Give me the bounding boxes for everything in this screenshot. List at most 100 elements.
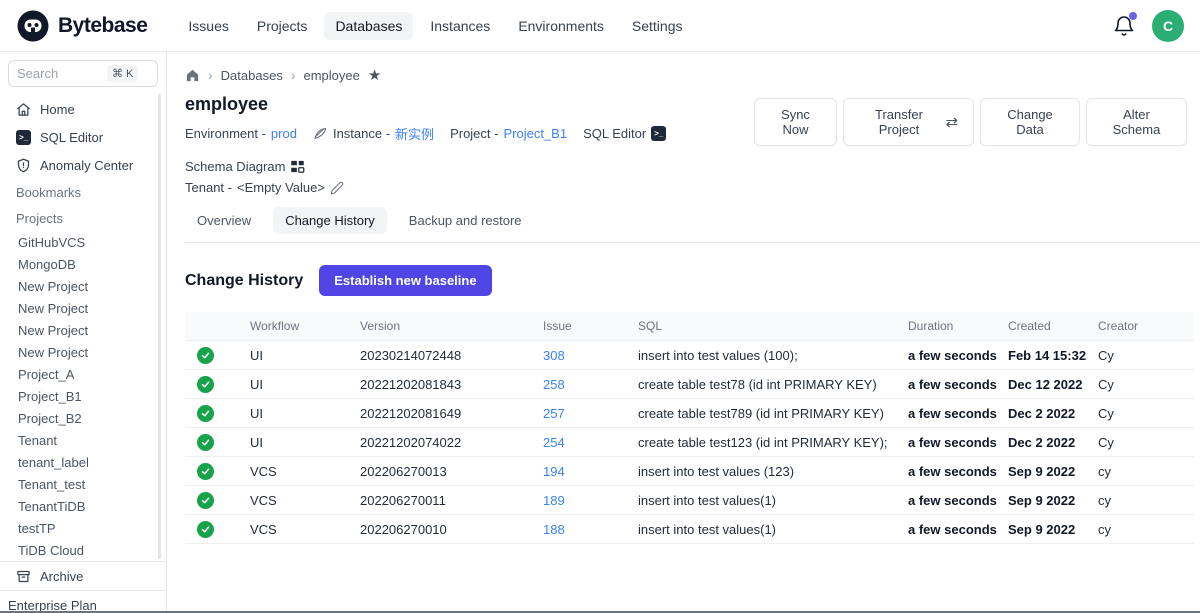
tab[interactable]: Backup and restore — [397, 207, 534, 234]
cell-version: 202206270010 — [352, 515, 535, 544]
sidebar-project-item[interactable]: testTP — [0, 517, 166, 539]
top-nav-link[interactable]: Projects — [246, 12, 319, 40]
sidebar-project-item[interactable]: TiDB Cloud — [0, 539, 166, 561]
alter-schema-button[interactable]: Alter Schema — [1086, 98, 1187, 146]
cell-created: Sep 9 2022 — [1000, 457, 1090, 486]
issue-link[interactable]: 194 — [543, 464, 565, 479]
table-row[interactable]: VCS 202206270010 188 insert into test va… — [185, 515, 1194, 544]
schema-diagram-icon — [290, 159, 305, 174]
sidebar-project-item[interactable]: Project_B2 — [0, 407, 166, 429]
change-data-button[interactable]: Change Data — [980, 98, 1080, 146]
tenant-label: Tenant - — [185, 180, 232, 195]
tab[interactable]: Change History — [273, 207, 387, 234]
issue-link[interactable]: 254 — [543, 435, 565, 450]
sidebar-item-anomaly-center[interactable]: Anomaly Center — [0, 151, 166, 179]
column-header-issue: Issue — [535, 312, 630, 341]
table-row[interactable]: UI 20230214072448 308 insert into test v… — [185, 341, 1194, 370]
cell-duration: a few seconds — [900, 515, 1000, 544]
issue-link[interactable]: 188 — [543, 522, 565, 537]
establish-baseline-button[interactable]: Establish new baseline — [319, 265, 491, 296]
section-title: Change History — [185, 272, 303, 290]
table-row[interactable]: UI 20221202081649 257 create table test7… — [185, 399, 1194, 428]
cell-version: 20221202074022 — [352, 428, 535, 457]
cell-sql: insert into test values(1) — [630, 486, 900, 515]
tab[interactable]: Overview — [185, 207, 263, 234]
search-box[interactable]: ⌘ K — [8, 60, 158, 87]
schema-diagram-shortcut[interactable]: Schema Diagram — [185, 159, 305, 174]
edit-pencil-icon[interactable] — [330, 181, 344, 195]
sync-now-button[interactable]: Sync Now — [754, 98, 838, 146]
avatar[interactable]: C — [1152, 10, 1184, 42]
sidebar-project-item[interactable]: New Project — [0, 297, 166, 319]
sidebar-item-label: Anomaly Center — [40, 158, 133, 173]
cell-version: 20230214072448 — [352, 341, 535, 370]
transfer-project-button[interactable]: Transfer Project ⇄ — [843, 98, 974, 146]
cell-creator: cy — [1090, 457, 1194, 486]
sidebar-project-item[interactable]: TenantTiDB — [0, 495, 166, 517]
shield-icon — [16, 158, 31, 173]
table-row[interactable]: VCS 202206270011 189 insert into test va… — [185, 486, 1194, 515]
sidebar: ⌘ K Home >_ SQL Editor Anomaly Center Bo… — [0, 52, 167, 613]
cell-sql: create table test789 (id int PRIMARY KEY… — [630, 399, 900, 428]
cell-version: 20221202081649 — [352, 399, 535, 428]
page-title: employee — [185, 94, 754, 115]
sidebar-scrollbar[interactable] — [158, 94, 161, 559]
sql-editor-shortcut[interactable]: SQL Editor >_ — [583, 126, 666, 141]
table-row[interactable]: UI 20221202074022 254 create table test1… — [185, 428, 1194, 457]
bookmark-star-icon[interactable]: ★ — [368, 66, 381, 84]
top-nav-link[interactable]: Environments — [507, 12, 615, 40]
sidebar-item-home[interactable]: Home — [0, 95, 166, 123]
sidebar-project-item[interactable]: Project_A — [0, 363, 166, 385]
brand-name: Bytebase — [58, 14, 147, 38]
sidebar-project-item[interactable]: MongoDB — [0, 253, 166, 275]
cell-workflow: VCS — [242, 486, 352, 515]
sidebar-project-item[interactable]: New Project — [0, 319, 166, 341]
breadcrumb-item-databases[interactable]: Databases — [221, 68, 283, 83]
search-shortcut-badge: ⌘ K — [107, 65, 138, 82]
table-row[interactable]: UI 20221202081843 258 create table test7… — [185, 370, 1194, 399]
change-history-table: Workflow Version Issue SQL Duration Crea… — [185, 312, 1194, 544]
brand[interactable]: Bytebase — [16, 9, 147, 43]
breadcrumb-home-icon[interactable] — [185, 68, 200, 83]
issue-link[interactable]: 189 — [543, 493, 565, 508]
breadcrumb-separator: › — [208, 67, 213, 83]
cell-creator: Cy — [1090, 341, 1194, 370]
top-nav-link[interactable]: Instances — [419, 12, 501, 40]
feather-engine-icon — [313, 126, 328, 141]
cell-status — [185, 428, 242, 457]
search-input[interactable] — [17, 66, 103, 81]
sidebar-project-item[interactable]: New Project — [0, 275, 166, 297]
sidebar-project-item[interactable]: tenant_label — [0, 451, 166, 473]
sidebar-item-archive[interactable]: Archive — [0, 562, 166, 590]
success-check-icon — [197, 347, 214, 364]
sidebar-project-item[interactable]: Tenant — [0, 429, 166, 451]
cell-duration: a few seconds — [900, 370, 1000, 399]
plan-label: Enterprise Plan — [0, 591, 166, 613]
notification-bell-button[interactable] — [1112, 14, 1136, 38]
issue-link[interactable]: 308 — [543, 348, 565, 363]
sidebar-project-item[interactable]: GitHubVCS — [0, 231, 166, 253]
top-nav-link[interactable]: Databases — [324, 12, 413, 40]
column-header-version: Version — [352, 312, 535, 341]
breadcrumb-item-employee[interactable]: employee — [304, 68, 360, 83]
cell-sql: insert into test values(1) — [630, 515, 900, 544]
schema-diagram-label: Schema Diagram — [185, 159, 285, 174]
issue-link[interactable]: 258 — [543, 377, 565, 392]
sidebar-project-item[interactable]: Project_B1 — [0, 385, 166, 407]
database-meta-row: Environment - prod Instance - 新实例 P — [185, 124, 754, 174]
column-header-creator: Creator — [1090, 312, 1194, 341]
column-header-status — [185, 312, 242, 341]
instance-link[interactable]: 新实例 — [395, 124, 434, 143]
sidebar-item-sql-editor[interactable]: >_ SQL Editor — [0, 123, 166, 151]
cell-workflow: VCS — [242, 515, 352, 544]
cell-issue: 258 — [535, 370, 630, 399]
sidebar-project-item[interactable]: Tenant_test — [0, 473, 166, 495]
project-link[interactable]: Project_B1 — [503, 126, 567, 141]
cell-creator: Cy — [1090, 399, 1194, 428]
table-row[interactable]: VCS 202206270013 194 insert into test va… — [185, 457, 1194, 486]
environment-link[interactable]: prod — [271, 126, 297, 141]
issue-link[interactable]: 257 — [543, 406, 565, 421]
top-nav-link[interactable]: Settings — [621, 12, 694, 40]
sidebar-project-item[interactable]: New Project — [0, 341, 166, 363]
top-nav-link[interactable]: Issues — [177, 12, 239, 40]
